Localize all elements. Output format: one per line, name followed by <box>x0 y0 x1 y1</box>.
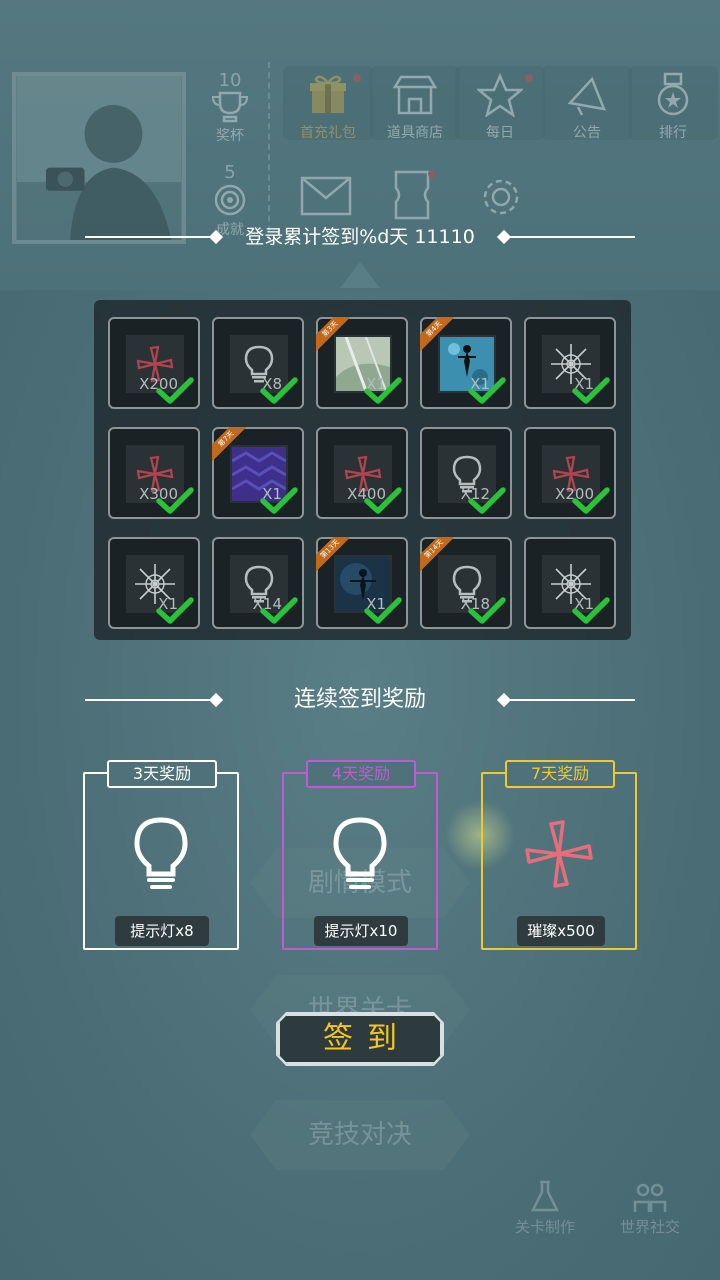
trophy-icon <box>185 91 275 123</box>
day-ribbon-label: 第3天 <box>316 317 350 351</box>
signin-day-cell[interactable]: X300 <box>108 427 200 519</box>
signin-day-cell[interactable]: X1 <box>108 537 200 629</box>
streak-title: 连续签到奖励 <box>293 687 426 712</box>
signin-day-cell[interactable]: X1 <box>524 537 616 629</box>
reward-name: 璀璨x500 <box>517 916 605 946</box>
ranking-button[interactable]: 排行 <box>628 66 718 141</box>
check-icon <box>260 377 298 405</box>
medal-icon <box>628 70 718 120</box>
signin-day-cell[interactable]: X1 第7天 <box>212 427 304 519</box>
signin-day-cell[interactable]: X400 <box>316 427 408 519</box>
shortcut-label-ranking: 排行 <box>659 125 687 141</box>
notification-dot <box>525 74 533 82</box>
mail-icon[interactable] <box>300 176 352 220</box>
check-icon <box>260 597 298 625</box>
check-icon <box>468 487 506 515</box>
signin-day-cell[interactable]: X12 <box>420 427 512 519</box>
shortcut-label-announcement: 公告 <box>573 125 601 141</box>
signin-day-cell[interactable]: X200 <box>108 317 200 409</box>
reward-card-4-day[interactable]: 4天奖励 提示灯x10 <box>282 760 438 950</box>
item-shop-button[interactable]: 道具商店 <box>370 66 460 141</box>
reward-card-7-day[interactable]: 7天奖励 璀璨x500 <box>481 760 637 950</box>
signin-day-cell[interactable]: X8 <box>212 317 304 409</box>
signin-day-cell[interactable]: X200 <box>524 427 616 519</box>
achievement-count: 5 <box>224 162 236 183</box>
signin-title: 登录累计签到%d天 11110 <box>245 226 475 248</box>
day-ribbon: 第14天 <box>420 537 454 571</box>
check-icon <box>156 377 194 405</box>
check-icon <box>156 597 194 625</box>
shortcut-label-gift: 首充礼包 <box>300 125 356 141</box>
reward-tag: 4天奖励 <box>306 760 416 788</box>
day-ribbon-label: 第14天 <box>420 537 454 571</box>
world-social-label: 世界社交 <box>619 1218 680 1236</box>
level-editor-button[interactable]: 关卡制作 <box>495 1180 595 1237</box>
popup-pointer <box>340 262 380 288</box>
first-charge-gift-button[interactable]: 首充礼包 <box>283 66 373 141</box>
signin-title-row: 登录累计签到%d天 11110 <box>85 222 635 252</box>
reward-name: 提示灯x8 <box>115 916 209 946</box>
day-ribbon-label: 第7天 <box>212 427 246 461</box>
check-icon <box>572 377 610 405</box>
target-icon <box>185 183 275 217</box>
daily-button[interactable]: 每日 <box>455 66 545 141</box>
flask-icon <box>495 1180 595 1216</box>
day-ribbon: 第3天 <box>316 317 350 351</box>
competitive-button[interactable]: 竞技对决 <box>250 1100 470 1170</box>
signin-day-cell[interactable]: X1 第4天 <box>420 317 512 409</box>
trophy-count: 10 <box>218 70 242 91</box>
level-editor-label: 关卡制作 <box>514 1218 575 1236</box>
check-icon <box>468 377 506 405</box>
avatar[interactable] <box>12 72 186 244</box>
check-icon <box>260 487 298 515</box>
reward-tag: 3天奖励 <box>107 760 217 788</box>
signin-grid-panel: X200 X8 X1 第3天 X1 第4天 X1 X300 X1 第7天 X400 X12 X200 X1… <box>94 300 631 640</box>
reward-tag: 7天奖励 <box>505 760 615 788</box>
reward-name: 提示灯x10 <box>314 916 408 946</box>
notification-dot <box>428 170 436 178</box>
people-icon <box>600 1180 700 1216</box>
check-icon <box>364 377 402 405</box>
streak-title-row: 连续签到奖励 <box>85 685 635 715</box>
shop-icon <box>370 70 460 120</box>
bulb-icon <box>123 814 199 894</box>
check-icon <box>572 597 610 625</box>
signin-day-cell[interactable]: X1 第13天 <box>316 537 408 629</box>
day-ribbon-label: 第13天 <box>316 537 350 571</box>
check-icon <box>572 487 610 515</box>
check-icon <box>156 487 194 515</box>
check-icon <box>364 597 402 625</box>
day-ribbon: 第13天 <box>316 537 350 571</box>
reward-card-3-day[interactable]: 3天奖励 提示灯x8 <box>83 760 239 950</box>
sign-in-button[interactable]: 签到 <box>278 1014 442 1064</box>
gear-icon[interactable] <box>478 174 524 224</box>
notification-dot <box>353 74 361 82</box>
trophy-button[interactable]: 10 奖杯 <box>185 70 275 145</box>
signin-day-cell[interactable]: X1 <box>524 317 616 409</box>
shortcut-label-daily: 每日 <box>486 125 514 141</box>
day-ribbon: 第7天 <box>212 427 246 461</box>
bulb-icon <box>322 814 398 894</box>
shortcut-label-shop: 道具商店 <box>387 125 443 141</box>
signin-day-cell[interactable]: X18 第14天 <box>420 537 512 629</box>
signin-day-cell[interactable]: X14 <box>212 537 304 629</box>
divider <box>268 62 270 242</box>
world-social-button[interactable]: 世界社交 <box>600 1180 700 1237</box>
trophy-label: 奖杯 <box>216 128 244 144</box>
signin-day-cell[interactable]: X1 第3天 <box>316 317 408 409</box>
megaphone-icon <box>542 70 632 120</box>
announcement-button[interactable]: 公告 <box>542 66 632 141</box>
day-ribbon: 第4天 <box>420 317 454 351</box>
day-ribbon-label: 第4天 <box>420 317 454 351</box>
pinwheel-icon <box>521 814 597 894</box>
check-icon <box>364 487 402 515</box>
check-icon <box>468 597 506 625</box>
ticket-icon[interactable] <box>392 170 436 224</box>
